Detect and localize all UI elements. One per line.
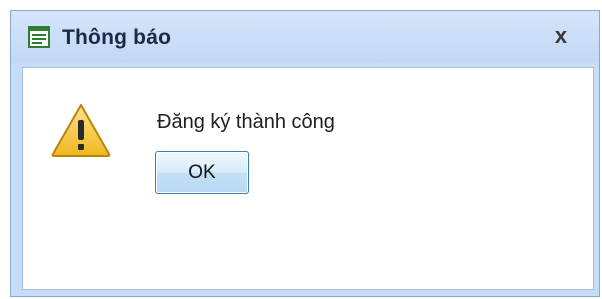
title-bar[interactable]: Thông báo x <box>11 11 599 63</box>
close-icon: x <box>554 23 568 48</box>
dialog-title: Thông báo <box>62 26 172 49</box>
window-form-icon <box>28 26 50 48</box>
warning-icon <box>50 102 112 158</box>
dialog-content <box>22 67 594 290</box>
message-text: Đăng ký thành công <box>157 111 335 133</box>
ok-button[interactable]: OK <box>155 151 249 194</box>
close-button[interactable]: x <box>544 23 578 49</box>
